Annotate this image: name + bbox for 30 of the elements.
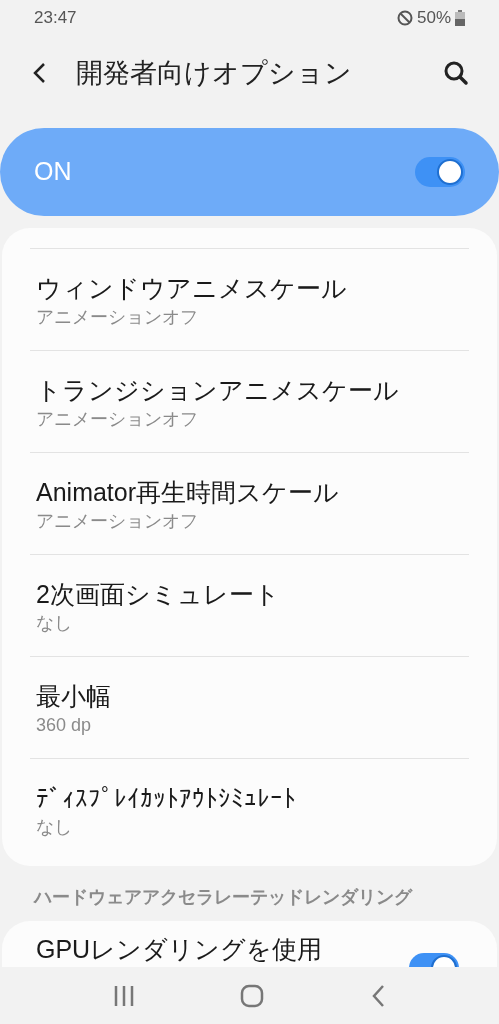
section-header: ハードウェアアクセラレーテッドレンダリング bbox=[32, 886, 414, 909]
settings-item[interactable]: 最小幅 360 dp bbox=[30, 656, 469, 758]
page-title: 開発者向けオプション bbox=[76, 56, 353, 90]
toggle-switch[interactable] bbox=[415, 157, 465, 187]
item-title: 2次画面シミュレート bbox=[36, 578, 281, 610]
item-title: Animator再生時間スケール bbox=[36, 476, 341, 508]
settings-item[interactable]: 2次画面シミュレート なし bbox=[30, 554, 469, 656]
home-icon[interactable] bbox=[240, 983, 265, 1008]
item-summary: 360 dp bbox=[36, 713, 93, 737]
item-summary: なし bbox=[36, 815, 73, 839]
item-title: ﾃﾞｨｽﾌﾟﾚｲｶｯﾄｱｳﾄｼﾐｭﾚｰﾄ bbox=[36, 782, 297, 814]
item-title: GPUレンダリングを使用 bbox=[36, 935, 323, 963]
settings-item[interactable]: ﾃﾞｨｽﾌﾟﾚｲｶｯﾄｱｳﾄｼﾐｭﾚｰﾄ なし bbox=[30, 758, 469, 860]
switch-label: ON bbox=[34, 156, 72, 188]
recent-apps-icon[interactable] bbox=[112, 984, 135, 1007]
item-title: 最小幅 bbox=[36, 680, 112, 712]
search-icon[interactable] bbox=[443, 60, 469, 86]
settings-item[interactable]: ウィンドウアニメスケール アニメーションオフ bbox=[30, 248, 469, 350]
status-time: 23:47 bbox=[34, 7, 77, 30]
item-summary: アニメーションオフ bbox=[36, 407, 199, 431]
item-title: ウィンドウアニメスケール bbox=[36, 272, 348, 304]
item-summary: なし bbox=[36, 611, 73, 635]
item-summary: アニメーションオフ bbox=[36, 509, 199, 533]
battery-icon bbox=[455, 10, 465, 26]
settings-item[interactable]: Animator再生時間スケール アニメーションオフ bbox=[30, 452, 469, 554]
do-not-disturb-icon bbox=[396, 10, 413, 26]
battery-percent: 50% bbox=[416, 7, 451, 30]
item-summary: アニメーションオフ bbox=[36, 305, 199, 329]
settings-item[interactable]: トランジションアニメスケール アニメーションオフ bbox=[30, 350, 469, 452]
item-title: トランジションアニメスケール bbox=[36, 374, 400, 406]
